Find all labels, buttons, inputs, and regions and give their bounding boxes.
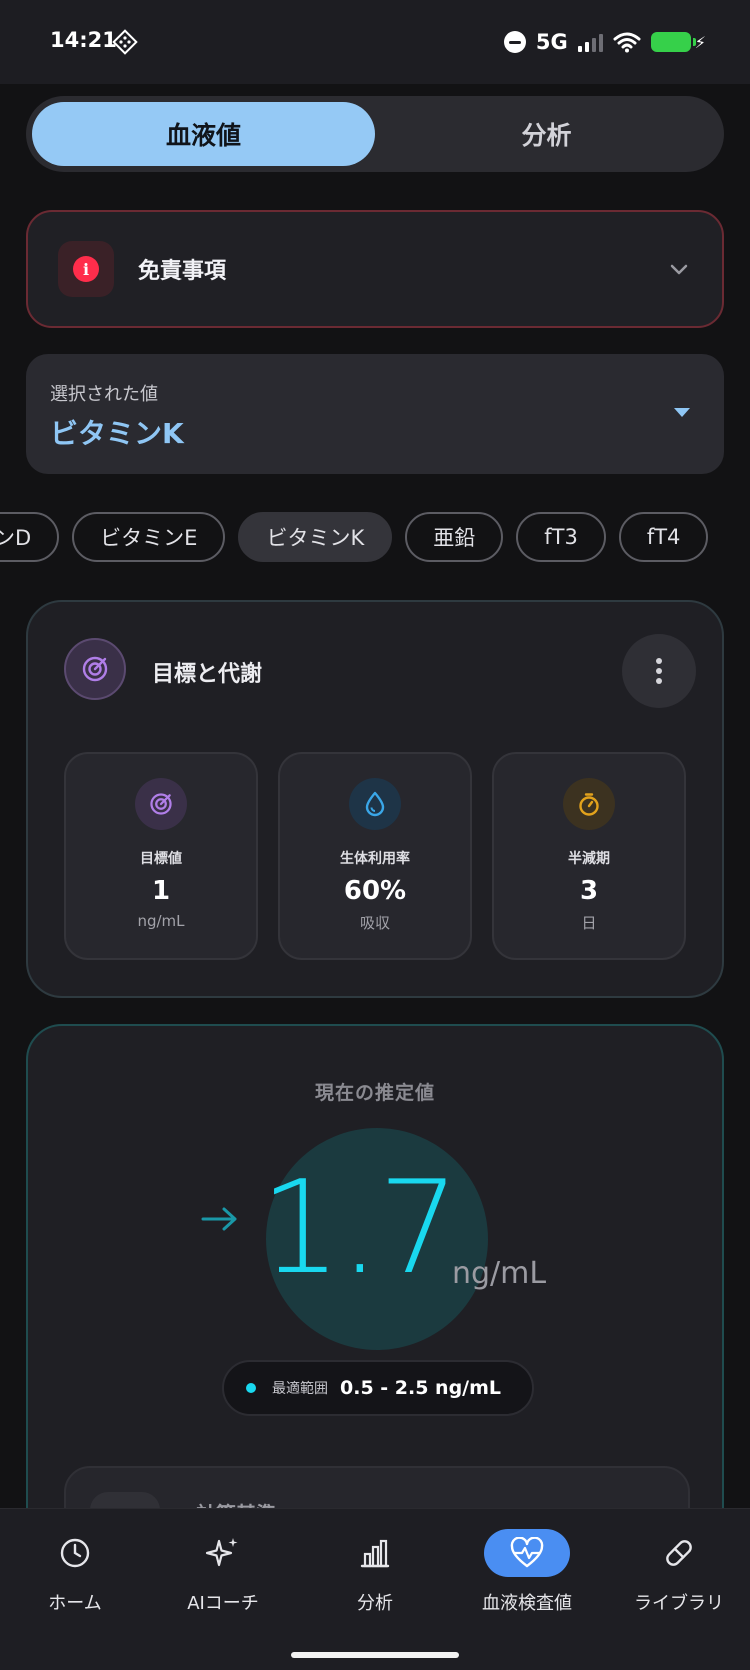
target-icon <box>150 793 172 815</box>
network-type: 5G <box>535 30 568 54</box>
status-time: 14:21 <box>50 28 117 52</box>
status-bar: 14:21 5G ⚡ <box>0 0 750 84</box>
estimate-title: 現在の推定値 <box>314 1082 435 1104</box>
estimate-unit: ng/mL <box>452 1256 547 1291</box>
signal-icon <box>577 32 603 52</box>
tab-label: ホーム <box>48 1593 102 1614</box>
screen: 14:21 5G ⚡ 血液値 分析 i 免責事項 選択された値 ビタミンK ンD… <box>0 0 750 1670</box>
stat-label: 目標値 <box>140 851 182 867</box>
estimate-value: 1.7 <box>260 1154 460 1303</box>
stat-value: 3 <box>579 876 599 906</box>
caret-down-icon <box>674 408 690 417</box>
tab-label: AIコーチ <box>187 1593 259 1614</box>
segment-blood-values[interactable]: 血液値 <box>32 102 375 166</box>
tab-label: 血液検査値 <box>482 1593 572 1614</box>
tab-ai-coach[interactable]: AIコーチ <box>148 1529 298 1615</box>
goals-title: 目標と代謝 <box>152 662 263 687</box>
clock-icon <box>60 1538 90 1568</box>
range-dot-icon <box>246 1383 256 1393</box>
tab-blood-tests[interactable]: 血液検査値 <box>452 1529 602 1615</box>
wifi-icon <box>613 32 641 53</box>
stat-unit: 日 <box>581 914 597 932</box>
selector-value: ビタミンK <box>50 417 184 450</box>
view-segmented-control: 血液値 分析 <box>26 96 724 172</box>
tab-analysis[interactable]: 分析 <box>300 1529 450 1615</box>
chip-ft3[interactable]: fT3 <box>516 512 606 562</box>
tab-library[interactable]: ライブラリ <box>604 1529 750 1615</box>
chip-vitamin-e[interactable]: ビタミンE <box>72 512 226 562</box>
stat-bioavailability-icon-circle <box>349 778 401 830</box>
tab-home[interactable]: ホーム <box>0 1529 150 1615</box>
chip-vitamin-k[interactable]: ビタミンK <box>238 512 393 562</box>
stat-bioavailability: 生体利用率 60% 吸収 <box>278 752 472 960</box>
segment-analysis[interactable]: 分析 <box>375 102 718 166</box>
chevron-down-icon <box>670 264 688 275</box>
active-tab-pill <box>484 1529 570 1577</box>
do-not-disturb-icon <box>503 31 526 53</box>
chip-ft4[interactable]: fT4 <box>618 512 709 562</box>
arrow-right-icon <box>201 1207 237 1231</box>
pill-icon <box>666 1540 692 1566</box>
disclaimer-accordion[interactable]: i 免責事項 <box>26 210 724 328</box>
stat-label: 半減期 <box>568 851 610 867</box>
tab-label: 分析 <box>357 1593 393 1614</box>
status-indicators: 5G ⚡ <box>503 28 706 56</box>
range-label: 最適範囲 <box>272 1381 328 1397</box>
chip-zinc[interactable]: 亜鉛 <box>405 512 504 562</box>
stat-unit: ng/mL <box>137 912 185 930</box>
range-value: 0.5 - 2.5 ng/mL <box>340 1377 502 1399</box>
home-indicator <box>291 1652 459 1658</box>
stat-target: 目標値 1 ng/mL <box>64 752 258 960</box>
info-icon-box: i <box>58 241 114 297</box>
stat-target-icon-circle <box>135 778 187 830</box>
value-selector-dropdown[interactable]: 選択された値 ビタミンK <box>26 354 724 474</box>
timer-icon <box>579 793 599 816</box>
selector-label: 選択された値 <box>50 384 158 405</box>
more-vertical-icon <box>656 658 662 664</box>
charging-icon: ⚡ <box>694 32 706 52</box>
battery-icon <box>650 32 696 52</box>
bottom-tab-bar: ホーム AIコーチ 分析 血液検査値 ライブラリ <box>0 1508 750 1670</box>
bar-chart-icon <box>360 1539 390 1568</box>
stat-value: 60% <box>343 876 407 906</box>
stat-unit: 吸収 <box>359 914 390 932</box>
stat-value: 1 <box>151 876 171 906</box>
diamond-grid-icon <box>112 29 138 55</box>
droplet-icon <box>365 791 385 817</box>
info-icon: i <box>73 256 99 282</box>
chip-vitamin-d[interactable]: ンD <box>0 512 60 562</box>
stat-label: 生体利用率 <box>340 851 410 867</box>
more-options-button[interactable] <box>622 634 696 708</box>
goals-icon-circle <box>64 638 126 700</box>
optimal-range-pill: 最適範囲 0.5 - 2.5 ng/mL <box>222 1360 534 1416</box>
heart-pulse-icon <box>510 1537 544 1568</box>
biomarker-chip-row: ンD ビタミンE ビタミンK 亜鉛 fT3 fT4 <box>0 512 709 564</box>
tab-label: ライブラリ <box>634 1593 724 1614</box>
stat-half-life: 半減期 3 日 <box>492 752 686 960</box>
disclaimer-title: 免責事項 <box>138 259 227 284</box>
target-icon <box>82 656 108 682</box>
goals-metabolism-card: 目標と代謝 目標値 1 ng/mL 生体利用率 60% 吸収 半減期 3 日 <box>26 600 724 998</box>
stat-half-life-icon-circle <box>563 778 615 830</box>
sparkles-icon <box>205 1538 238 1567</box>
